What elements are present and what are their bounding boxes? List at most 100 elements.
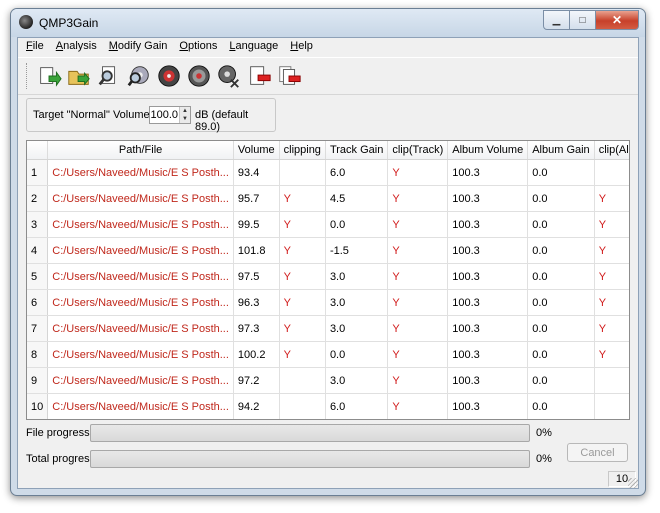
path-cell: C:/Users/Naveed/Music/E S Posth... [47,159,234,186]
menu-file[interactable]: File [20,38,50,56]
clip-album-cell: Y [594,237,629,264]
album-gain-icon [188,65,210,87]
path-cell: C:/Users/Naveed/Music/E S Posth... [47,341,234,368]
column-header-volume[interactable]: Volume [233,141,280,160]
total-progress-label: Total progress [26,453,96,465]
clipping-cell: Y [279,211,326,238]
row-number: 2 [27,185,49,212]
row-number-header [27,141,49,160]
table-row[interactable]: 1 C:/Users/Naveed/Music/E S Posth... 93.4 6… [27,159,629,186]
resize-grip[interactable] [628,478,638,488]
path-cell: C:/Users/Naveed/Music/E S Posth... [47,237,234,264]
spin-arrows[interactable]: ▲ ▼ [179,107,190,123]
track-gain-cell: 6.0 [325,393,389,419]
total-progress-percent: 0% [536,453,552,465]
table-row[interactable]: 8 C:/Users/Naveed/Music/E S Posth... 100.2… [27,341,629,368]
title-bar[interactable]: QMP3Gain ▁ □ ✕ [11,9,645,37]
column-header-album-volume[interactable]: Album Volume [447,141,529,160]
path-cell: C:/Users/Naveed/Music/E S Posth... [47,315,234,342]
add-files-button[interactable] [34,61,64,91]
target-volume-label: Target "Normal" Volume: [33,109,153,121]
menu-help[interactable]: Help [284,38,319,56]
volume-cell: 93.4 [233,159,280,186]
clip-track-cell: Y [387,289,449,316]
clear-selected-icon [250,66,271,85]
clip-track-cell: Y [387,367,449,394]
column-header-clip-track[interactable]: clip(Track) [387,141,449,160]
clipping-cell: Y [279,263,326,290]
table-row[interactable]: 10 C:/Users/Naveed/Music/E S Posth... 94.2… [27,393,629,419]
album-volume-cell: 100.3 [447,211,529,238]
clear-all-button[interactable] [274,61,304,91]
menu-language[interactable]: Language [223,38,284,56]
column-header-album-gain[interactable]: Album Gain [527,141,595,160]
close-icon: ✕ [611,13,623,27]
track-gain-button[interactable] [154,61,184,91]
album-analysis-button[interactable] [124,61,154,91]
clip-album-cell: Y [594,211,629,238]
column-header-track-gain[interactable]: Track Gain [325,141,389,160]
column-header-path-file[interactable]: Path/File [47,141,234,160]
file-progress-percent: 0% [536,427,552,439]
volume-cell: 97.5 [233,263,280,290]
clip-album-cell [594,159,629,186]
table-row[interactable]: 2 C:/Users/Naveed/Music/E S Posth... 95.7 Y… [27,185,629,212]
track-analysis-button[interactable] [94,61,124,91]
menu-bar: File Analysis Modify Gain Options Language He… [18,38,638,56]
table-row[interactable]: 4 C:/Users/Naveed/Music/E S Posth... 101.8… [27,237,629,264]
track-gain-icon [158,65,180,87]
target-volume-value[interactable]: 100.0 [150,109,178,121]
album-gain-cell: 0.0 [527,263,595,290]
album-volume-cell: 100.3 [447,159,529,186]
cancel-button[interactable]: Cancel [567,443,628,462]
track-gain-cell: -1.5 [325,237,389,264]
toolbar-grip[interactable] [26,63,30,89]
row-number: 6 [27,289,49,316]
clear-selected-button[interactable] [244,61,274,91]
column-header-clip-album[interactable]: clip(Album) [594,141,629,160]
file-table[interactable]: Path/File Volume clipping Track Gain clip(Tr… [26,140,630,420]
close-button[interactable]: ✕ [596,10,639,30]
album-gain-button[interactable] [184,61,214,91]
album-volume-cell: 100.3 [447,367,529,394]
column-header-clipping[interactable]: clipping [279,141,326,160]
status-bar: 10 [18,470,638,488]
clipping-cell [279,159,326,186]
track-gain-cell: 3.0 [325,263,389,290]
table-row[interactable]: 5 C:/Users/Naveed/Music/E S Posth... 97.5 Y… [27,263,629,290]
album-volume-cell: 100.3 [447,393,529,419]
table-row[interactable]: 3 C:/Users/Naveed/Music/E S Posth... 99.5 Y… [27,211,629,238]
track-gain-cell: 4.5 [325,185,389,212]
spin-down-icon[interactable]: ▼ [180,115,190,123]
album-analysis-icon [127,66,149,87]
track-gain-cell: 6.0 [325,159,389,186]
minimize-button[interactable]: ▁ [543,10,570,30]
path-cell: C:/Users/Naveed/Music/E S Posth... [47,211,234,238]
table-row[interactable]: 9 C:/Users/Naveed/Music/E S Posth... 97.2 3… [27,367,629,394]
total-progress-bar [90,450,530,468]
menu-options[interactable]: Options [173,38,223,56]
clip-album-cell [594,367,629,394]
table-row[interactable]: 6 C:/Users/Naveed/Music/E S Posth... 96.3 Y… [27,289,629,316]
maximize-button[interactable]: □ [570,10,596,30]
clip-track-cell: Y [387,315,449,342]
toolbar [18,57,638,95]
clipping-cell: Y [279,289,326,316]
table-row[interactable]: 7 C:/Users/Naveed/Music/E S Posth... 97.3 Y… [27,315,629,342]
album-gain-cell: 0.0 [527,367,595,394]
menu-analysis[interactable]: Analysis [50,38,103,56]
maximize-icon: □ [579,14,586,26]
add-folder-button[interactable] [64,61,94,91]
window-title: QMP3Gain [39,16,99,30]
volume-cell: 100.2 [233,341,280,368]
constant-gain-button[interactable] [214,61,244,91]
menu-modify-gain[interactable]: Modify Gain [103,38,174,56]
album-gain-cell: 0.0 [527,185,595,212]
track-gain-cell: 3.0 [325,315,389,342]
spin-up-icon[interactable]: ▲ [180,107,190,115]
album-gain-cell: 0.0 [527,341,595,368]
app-icon [19,15,33,29]
path-cell: C:/Users/Naveed/Music/E S Posth... [47,289,234,316]
target-volume-spinbox[interactable]: 100.0 ▲ ▼ [149,106,191,124]
row-number: 1 [27,159,49,186]
